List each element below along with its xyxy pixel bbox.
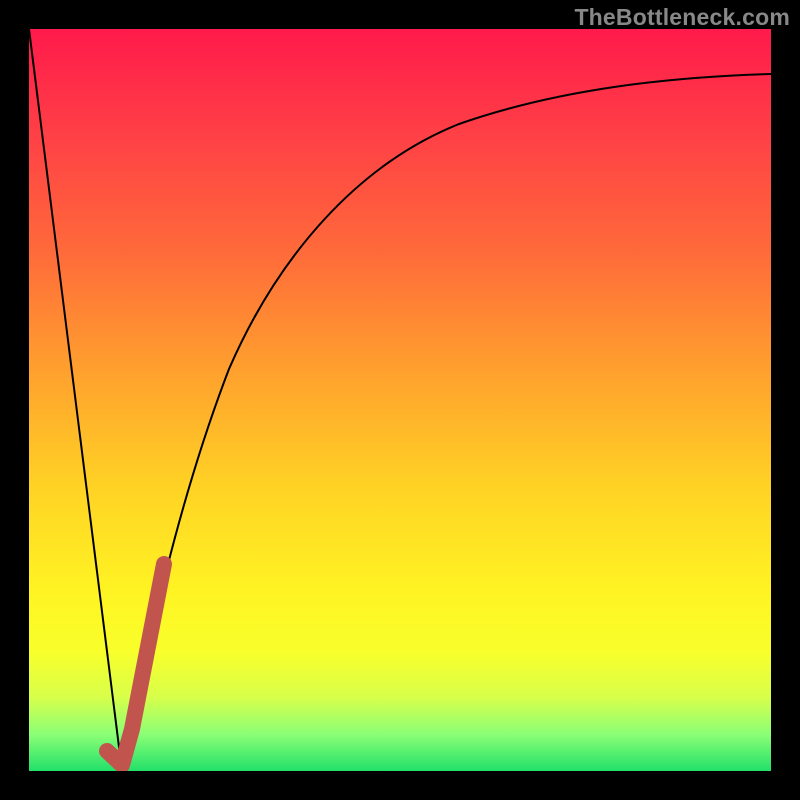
chart-svg [29, 29, 771, 771]
highlight-segment [107, 564, 164, 765]
left-descent-line [29, 29, 122, 771]
right-curve [122, 74, 771, 771]
chart-frame: TheBottleneck.com [0, 0, 800, 800]
watermark-text: TheBottleneck.com [574, 4, 790, 31]
